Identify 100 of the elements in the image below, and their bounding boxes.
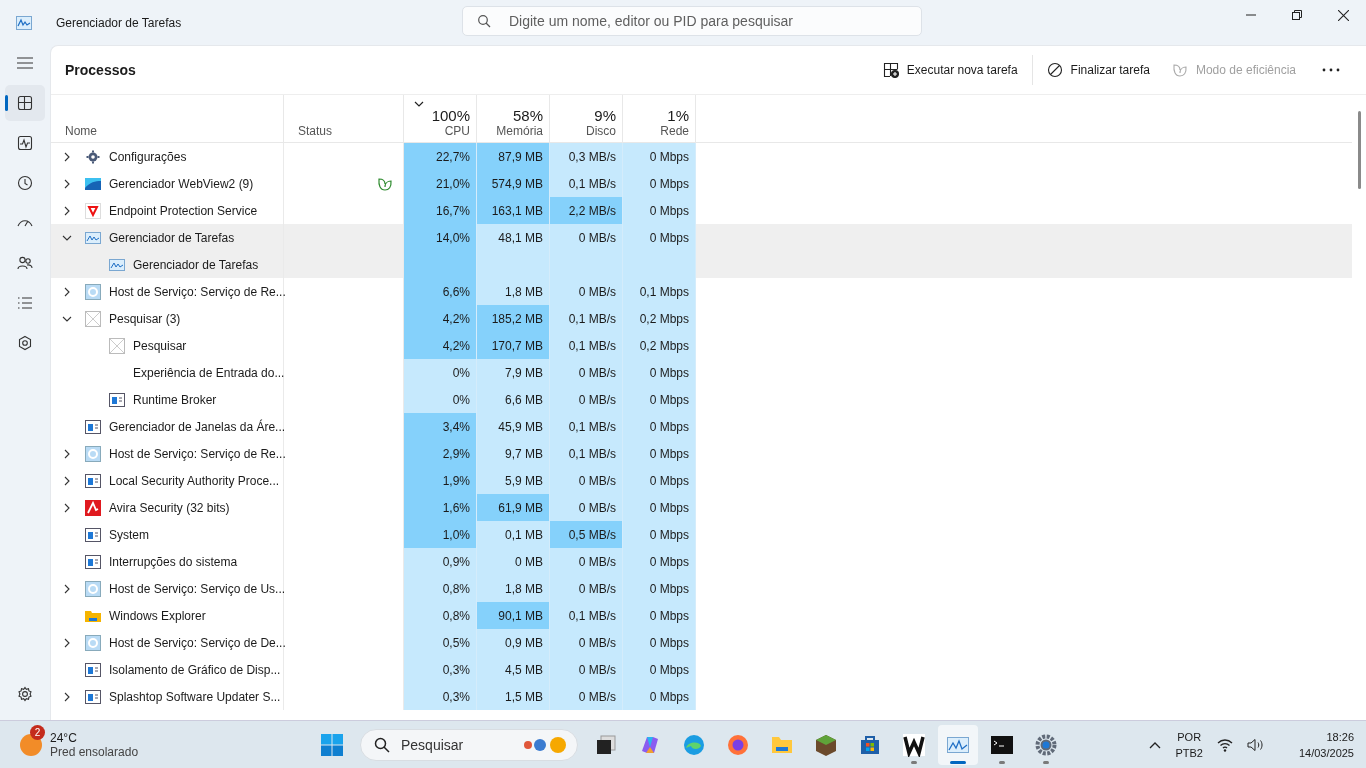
table-cell: 163,1 MB xyxy=(477,197,550,224)
process-name: Gerenciador WebView2 (9) xyxy=(109,176,254,191)
process-row[interactable]: Host de Serviço: Serviço de De... 0,5% 0,9 MB 0 MB/s 0 Mbps xyxy=(51,629,1352,656)
column-header[interactable]: Nome xyxy=(51,95,284,142)
table-cell: 0 Mbps xyxy=(623,629,696,656)
grass-block-icon xyxy=(814,733,838,757)
processes-nav-button[interactable] xyxy=(5,85,45,121)
process-row[interactable]: Gerenciador de Janelas da Áre... 3,4% 45,9 MB 0,1 MB/s 0 Mbps xyxy=(51,413,1352,440)
process-row[interactable]: Avira Security (32 bits) 1,6% 61,9 MB 0 MB/s 0 Mbps xyxy=(51,494,1352,521)
table-cell: 0,1 MB/s xyxy=(550,170,623,197)
crossed-box-icon xyxy=(109,337,125,354)
table-cell: 0,1 Mbps xyxy=(623,278,696,305)
process-name: Endpoint Protection Service xyxy=(109,203,258,218)
table-cell: 16,7% xyxy=(404,197,477,224)
table-cell: 22,7% xyxy=(404,143,477,170)
chevron-right-icon xyxy=(62,448,72,459)
table-cell: 0 Mbps xyxy=(623,143,696,170)
process-row[interactable]: Splashtop Software Updater S... 0,3% 1,5 MB 0 MB/s 0 Mbps xyxy=(51,683,1352,710)
table-cell: 61,9 MB xyxy=(477,494,550,521)
process-row[interactable]: Gerenciador de Tarefas 14,0% 48,1 MB 0 MB/s 0 Mbps xyxy=(51,224,1352,251)
table-cell: 90,1 MB xyxy=(477,602,550,629)
run-task-button[interactable]: Executar nova tarefa xyxy=(874,56,1026,84)
process-row[interactable]: System 1,0% 0,1 MB 0,5 MB/s 0 Mbps xyxy=(51,521,1352,548)
chevron-right-icon xyxy=(62,691,72,702)
pulse-icon xyxy=(17,135,33,151)
list-icon xyxy=(17,295,33,311)
column-header[interactable]: 100% CPU xyxy=(404,95,477,142)
gear-icon xyxy=(85,148,101,165)
process-row[interactable]: Gerenciador WebView2 (9) 21,0% 574,9 MB 0,1 MB/s 0 Mbps xyxy=(51,170,1352,197)
table-cell: 0,1 MB/s xyxy=(550,305,623,332)
app-window-icon xyxy=(85,661,101,678)
app-window-icon xyxy=(85,526,101,543)
scrollbar-thumb[interactable] xyxy=(1357,111,1361,189)
table-cell: 0 MB/s xyxy=(550,278,623,305)
clock[interactable]: 18:26 14/03/2025 xyxy=(1298,728,1354,761)
process-name: Windows Explorer xyxy=(109,608,206,623)
four-panes-icon xyxy=(17,95,33,111)
table-cell: 1,6% xyxy=(404,494,477,521)
process-row[interactable]: Gerenciador de Tarefas xyxy=(51,251,1352,278)
process-name: Local Security Authority Proce... xyxy=(109,473,280,488)
table-cell: 6,6% xyxy=(404,278,477,305)
table-cell: 0,9% xyxy=(404,548,477,575)
service-gear-icon xyxy=(85,445,101,462)
column-header[interactable]: 58% Memória xyxy=(477,95,550,142)
end-task-button[interactable]: Finalizar tarefa xyxy=(1038,56,1158,84)
menu-icon xyxy=(17,57,33,69)
swirl-icon xyxy=(682,733,706,757)
table-cell: 0 MB/s xyxy=(550,629,623,656)
app-window-icon xyxy=(85,472,101,489)
process-name: Pesquisar (3) xyxy=(109,311,181,326)
column-label: Nome xyxy=(65,124,98,138)
process-row[interactable]: Pesquisar 4,2% 170,7 MB 0,1 MB/s 0,2 Mbps xyxy=(51,332,1352,359)
app-icon xyxy=(16,15,32,30)
column-header[interactable]: Status xyxy=(284,95,404,142)
table-cell: 0% xyxy=(404,359,477,386)
table-cell: 0 MB/s xyxy=(550,359,623,386)
speaker-icon[interactable] xyxy=(1246,737,1265,752)
process-name: Configurações xyxy=(109,149,187,164)
process-row[interactable]: Host de Serviço: Serviço de Us... 0,8% 1,8 MB 0 MB/s 0 Mbps xyxy=(51,575,1352,602)
table-cell: 0 Mbps xyxy=(623,683,696,710)
column-header[interactable]: 9% Disco xyxy=(550,95,623,142)
table-cell: 0,1 MB/s xyxy=(550,413,623,440)
process-row[interactable]: Experiência de Entrada do... 0% 7,9 MB 0 MB/s 0 Mbps xyxy=(51,359,1352,386)
process-row[interactable]: Endpoint Protection Service 16,7% 163,1 MB 2,2 MB/s 0 Mbps xyxy=(51,197,1352,224)
table-cell: 0,3% xyxy=(404,656,477,683)
column-label: Disco xyxy=(585,124,616,138)
wifi-icon[interactable] xyxy=(1216,737,1233,752)
process-name: Gerenciador de Janelas da Áre... xyxy=(109,419,286,434)
process-row[interactable]: Configurações 22,7% 87,9 MB 0,3 MB/s 0 Mbps xyxy=(51,143,1352,170)
table-cell: 21,0% xyxy=(404,170,477,197)
window-plus-icon xyxy=(882,62,899,78)
table-cell: 0 MB/s xyxy=(550,575,623,602)
close-icon xyxy=(1337,9,1349,21)
chevron-up-icon[interactable] xyxy=(1149,740,1162,749)
temperature: 24°C xyxy=(50,730,78,745)
process-row[interactable]: Pesquisar (3) 4,2% 185,2 MB 0,1 MB/s 0,2 Mbps xyxy=(51,305,1352,332)
table-cell: 0 Mbps xyxy=(623,467,696,494)
taskbar-search-field[interactable]: Pesquisar xyxy=(360,729,578,761)
table-cell: 0 Mbps xyxy=(623,170,696,197)
table-cell: 0 Mbps xyxy=(623,224,696,251)
column-header[interactable]: 1% Rede xyxy=(623,95,696,142)
table-cell: 9,7 MB xyxy=(477,440,550,467)
leaf-icon xyxy=(1171,62,1188,78)
process-row[interactable]: Isolamento de Gráfico de Disp... 0,3% 4,5 MB 0 MB/s 0 Mbps xyxy=(51,656,1352,683)
process-row[interactable]: Interrupções do sistema 0,9% 0 MB 0 MB/s 0 Mbps xyxy=(51,548,1352,575)
process-row[interactable]: Local Security Authority Proce... 1,9% 5,9 MB 0 MB/s 0 Mbps xyxy=(51,467,1352,494)
search-field[interactable]: Digite um nome, editor ou PID para pesquisar xyxy=(462,6,922,36)
clock-history-icon xyxy=(17,175,33,191)
language-indicator[interactable]: POR PTB2 xyxy=(1175,728,1203,761)
column-label: CPU xyxy=(443,124,470,138)
table-cell: 0 Mbps xyxy=(623,548,696,575)
activity-chart-icon xyxy=(85,229,101,246)
process-row[interactable]: Windows Explorer 0,8% 90,1 MB 0,1 MB/s 0 Mbps xyxy=(51,602,1352,629)
table-cell: 0 Mbps xyxy=(623,197,696,224)
process-row[interactable]: Runtime Broker 0% 6,6 MB 0 MB/s 0 Mbps xyxy=(51,386,1352,413)
process-row[interactable]: Host de Serviço: Serviço de Re... 2,9% 9,7 MB 0,1 MB/s 0 Mbps xyxy=(51,440,1352,467)
process-row[interactable]: Host de Serviço: Serviço de Re... 6,6% 1,8 MB 0 MB/s 0,1 Mbps xyxy=(51,278,1352,305)
table-cell: 0% xyxy=(404,386,477,413)
table-cell: 4,2% xyxy=(404,305,477,332)
table-cell: 7,9 MB xyxy=(477,359,550,386)
